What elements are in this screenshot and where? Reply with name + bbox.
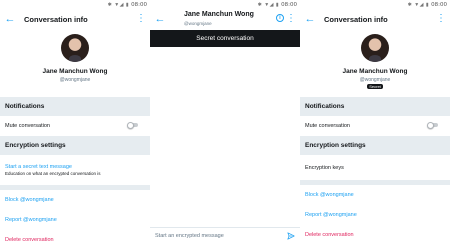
status-icons: ✱ ▼◢ ▮: [257, 1, 280, 8]
status-bar: ✱ ▼◢ ▮ 08:00: [150, 0, 300, 9]
profile-section: Jane Manchun Wong @wongmjane Secret: [300, 30, 450, 97]
avatar[interactable]: [61, 34, 89, 62]
status-time: 08:00: [431, 1, 447, 8]
profile-section: Jane Manchun Wong @wongmjane: [0, 30, 150, 97]
app-header: ← Conversation info ⋮: [300, 9, 450, 30]
message-input[interactable]: Start an encrypted message: [155, 233, 224, 239]
status-icons: ✱ ▼◢ ▮: [407, 1, 430, 8]
mute-toggle[interactable]: [427, 121, 438, 129]
profile-name: Jane Manchun Wong: [342, 68, 408, 75]
start-secret-message-link[interactable]: Start a secret text message: [5, 164, 150, 170]
conversation-header: ← Jane Manchun Wong @wongmjane i ⋮: [150, 9, 300, 30]
avatar[interactable]: [361, 34, 389, 62]
mute-conversation-label: Mute conversation: [305, 123, 350, 129]
report-user-button[interactable]: Report @wongmjane: [300, 205, 450, 225]
block-user-button[interactable]: Block @wongmjane: [0, 190, 150, 210]
secret-conversation-banner: Secret conversation: [150, 30, 300, 47]
notifications-header: Notifications: [300, 97, 450, 116]
profile-handle: @wongmjane: [59, 77, 91, 83]
mute-conversation-label: Mute conversation: [5, 123, 50, 129]
status-icons: ✱ ▼◢ ▮: [107, 1, 130, 8]
encryption-settings-header: Encryption settings: [0, 136, 150, 155]
secret-message-description: Education on what an encrypted conversat…: [5, 171, 101, 176]
notifications-header: Notifications: [0, 97, 150, 116]
report-user-button[interactable]: Report @wongmjane: [0, 210, 150, 230]
status-time: 08:00: [281, 1, 297, 8]
mute-conversation-row[interactable]: Mute conversation: [300, 116, 450, 136]
block-user-button[interactable]: Block @wongmjane: [300, 185, 450, 205]
toggle-knob: [127, 121, 134, 129]
overflow-menu-icon[interactable]: ⋮: [136, 12, 146, 26]
overflow-menu-icon[interactable]: ⋮: [286, 12, 296, 26]
mute-toggle[interactable]: [127, 121, 138, 129]
mute-conversation-row[interactable]: Mute conversation: [0, 116, 150, 136]
status-bar: ✱ ▼◢ ▮ 08:00: [0, 0, 150, 9]
conversation-name: Jane Manchun Wong: [184, 11, 254, 18]
info-icon[interactable]: i: [276, 14, 284, 22]
status-time: 08:00: [131, 1, 147, 8]
toggle-knob: [427, 121, 434, 129]
secret-conversation-info-panel: ✱ ▼◢ ▮ 08:00 ← Conversation info ⋮ Jane …: [300, 0, 450, 244]
conversation-handle: @wongmjane: [184, 21, 212, 26]
secret-badge: Secret: [367, 84, 383, 89]
delete-conversation-button[interactable]: Delete conversation: [0, 230, 150, 244]
secret-conversation-panel: ✱ ▼◢ ▮ 08:00 ← Jane Manchun Wong @wongmj…: [150, 0, 300, 244]
delete-conversation-button[interactable]: Delete conversation: [300, 225, 450, 244]
encryption-settings-header: Encryption settings: [300, 136, 450, 155]
back-arrow-icon[interactable]: ←: [150, 9, 170, 30]
page-title: Conversation info: [24, 15, 88, 24]
send-icon[interactable]: [287, 232, 295, 240]
back-arrow-icon[interactable]: ←: [0, 9, 20, 30]
profile-handle: @wongmjane: [359, 77, 391, 83]
message-composer[interactable]: Start an encrypted message: [150, 227, 300, 244]
start-secret-message-row[interactable]: Start a secret text message Education on…: [0, 155, 150, 185]
app-header: ← Conversation info ⋮: [0, 9, 150, 30]
status-bar: ✱ ▼◢ ▮ 08:00: [300, 0, 450, 9]
page-title: Conversation info: [324, 15, 388, 24]
conversation-info-panel: ✱ ▼◢ ▮ 08:00 ← Conversation info ⋮ Jane …: [0, 0, 150, 244]
back-arrow-icon[interactable]: ←: [300, 9, 320, 30]
profile-name: Jane Manchun Wong: [42, 68, 108, 75]
overflow-menu-icon[interactable]: ⋮: [436, 12, 446, 26]
encryption-keys-row[interactable]: Encryption keys: [300, 155, 450, 180]
